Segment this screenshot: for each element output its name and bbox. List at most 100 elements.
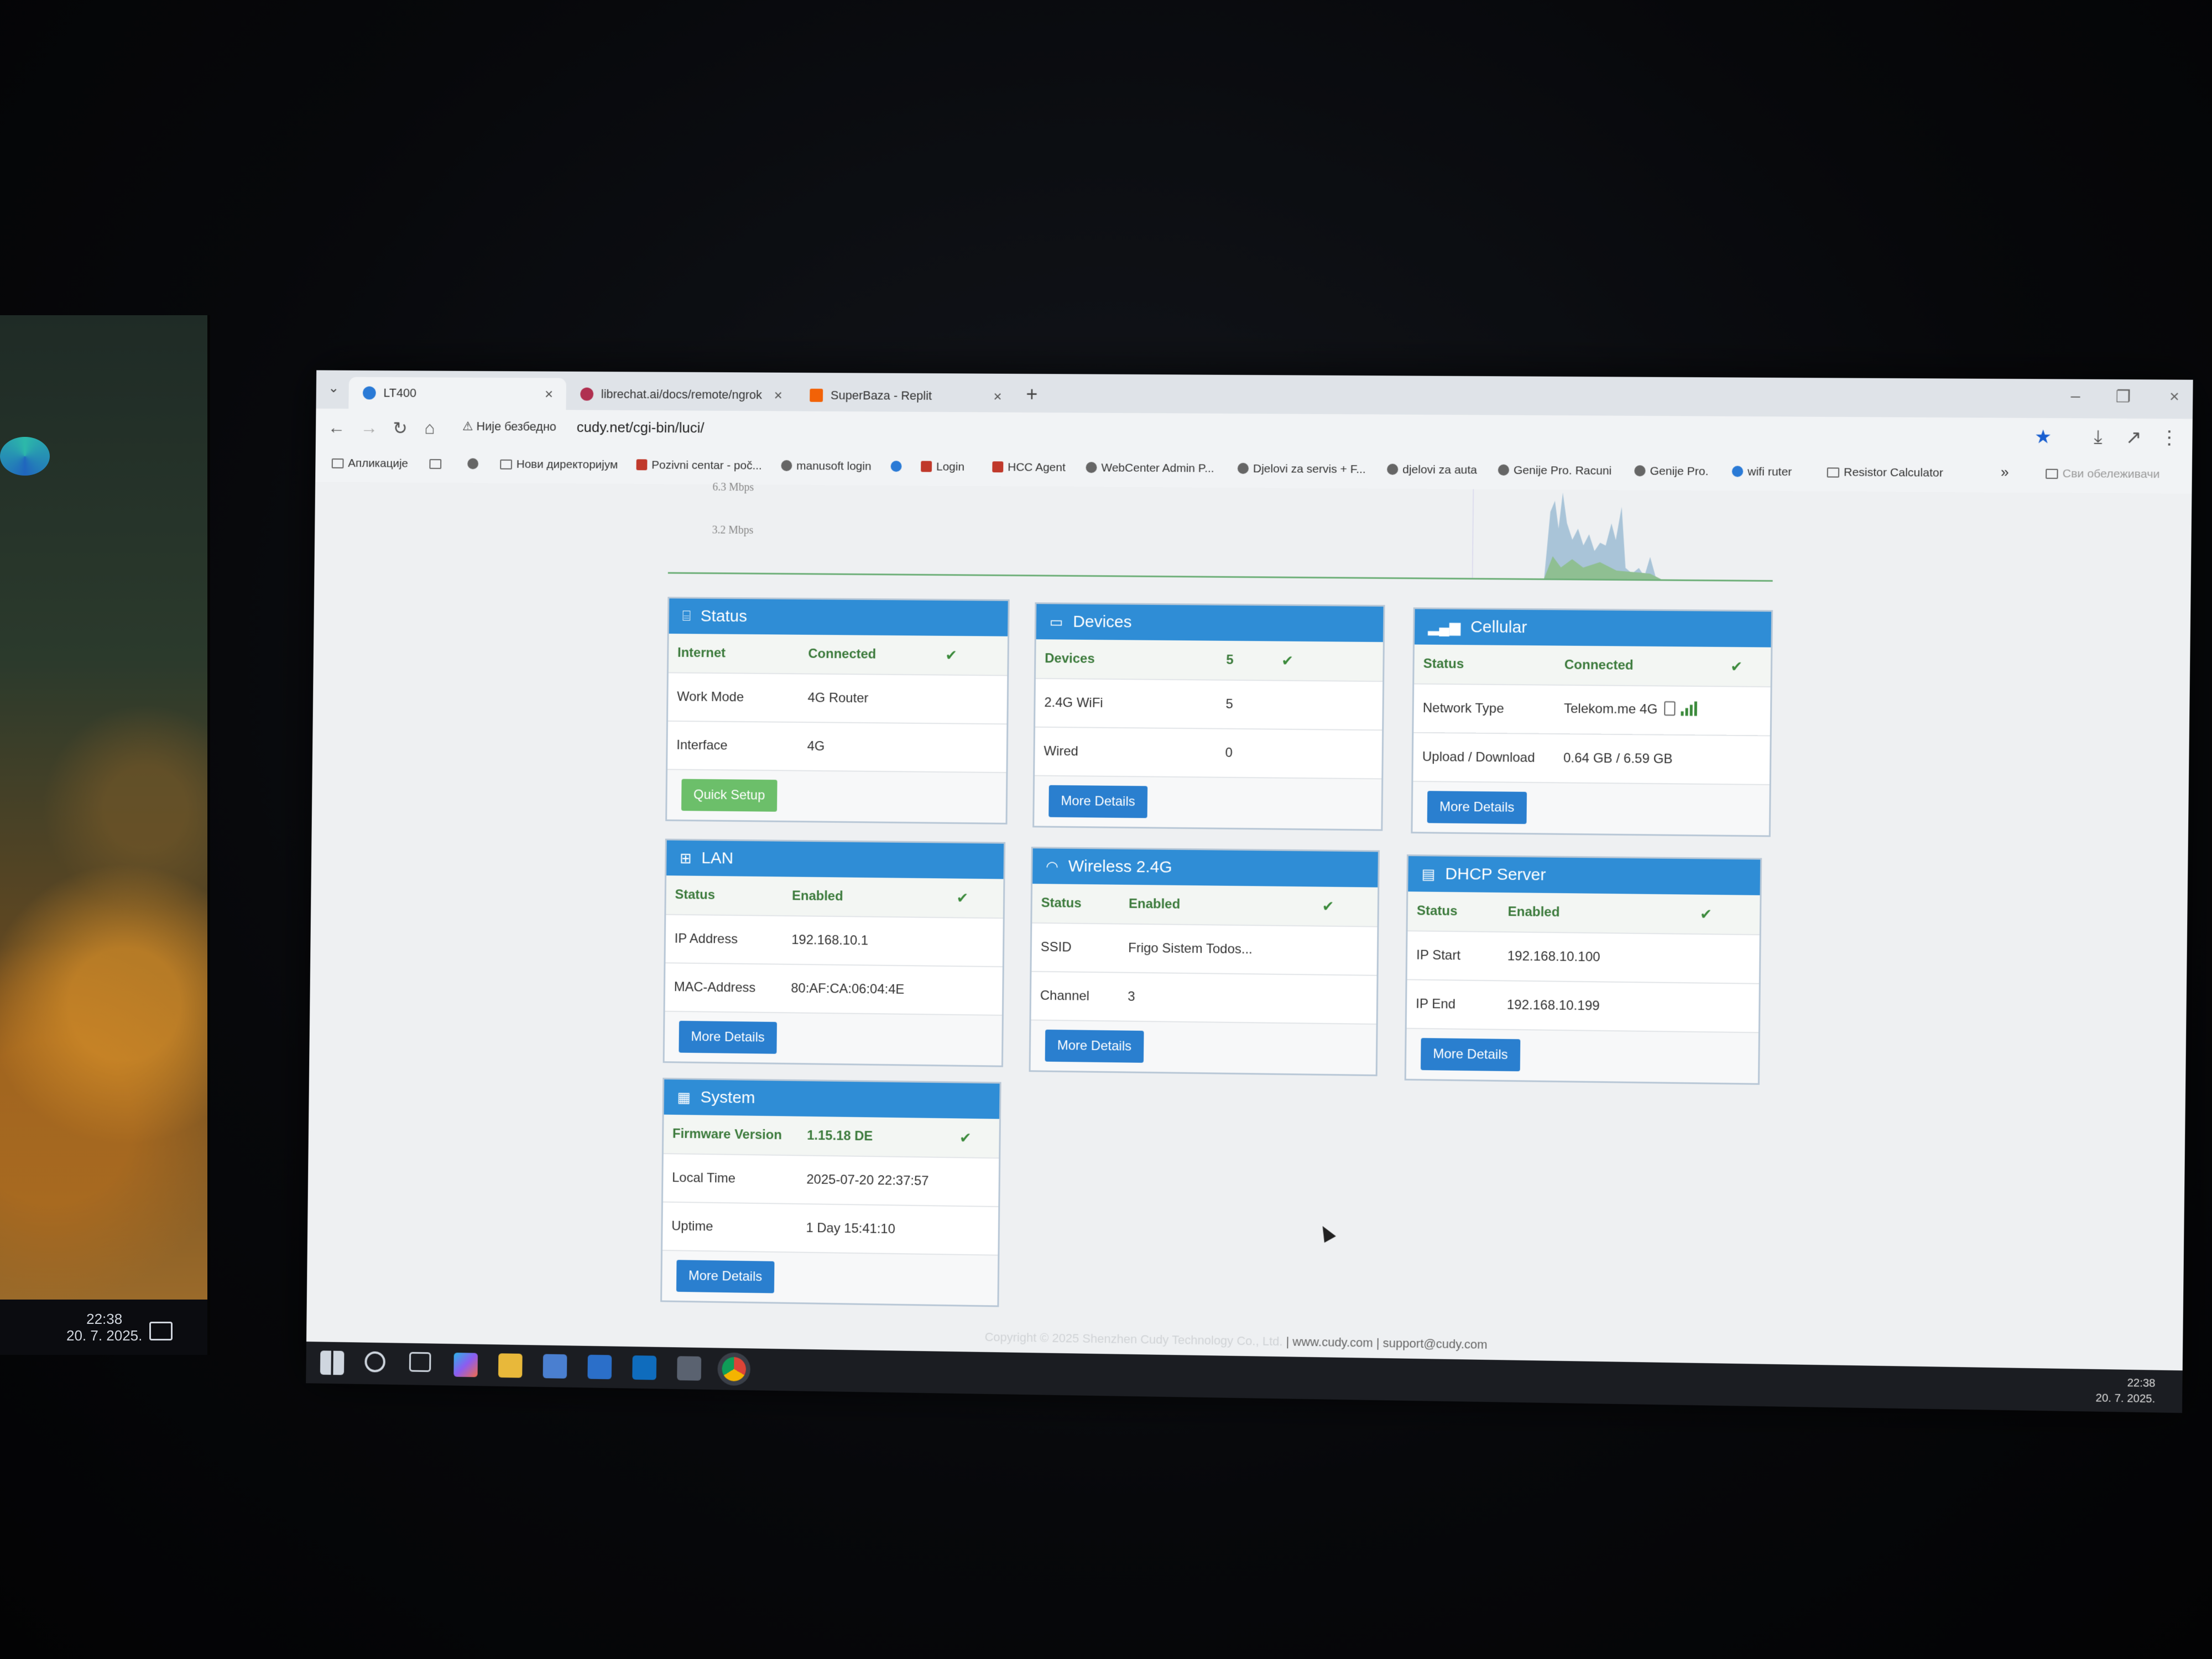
website-link[interactable]: www.cudy.com [1292, 1334, 1373, 1349]
taskbar-clock[interactable]: 22:38 20. 7. 2025. [2096, 1375, 2156, 1407]
back-icon[interactable]: ← [328, 418, 346, 438]
secondary-clock[interactable]: 22:38 20. 7. 2025. [66, 1311, 142, 1344]
secondary-taskbar: 22:38 20. 7. 2025. [0, 1300, 207, 1355]
bookmark-label: Login [936, 461, 964, 473]
restore-icon[interactable]: ❐ [2116, 387, 2131, 406]
tab-search-icon[interactable]: ⌄ [328, 380, 339, 396]
bookmark-resistor-calculator[interactable]: Resistor Calculator [1827, 466, 1943, 479]
address-bar[interactable]: cudy.net/cgi-bin/luci/ [577, 419, 705, 436]
telekom-icon [921, 461, 932, 472]
monitor-icon: ▭ [1050, 613, 1063, 630]
start-icon[interactable] [320, 1350, 345, 1375]
row-value: 192.168.10.1 [791, 932, 868, 948]
check-icon: ✔ [959, 1129, 972, 1146]
notification-icon[interactable] [149, 1322, 173, 1340]
tab-superbaza[interactable]: SuperBaza - Replit × [795, 379, 1015, 413]
tab-lt400[interactable]: LT400 × [348, 377, 566, 410]
bookmark-label: Сви обележивачи [2063, 467, 2160, 481]
secondary-monitor: 22:38 20. 7. 2025. [0, 315, 210, 1355]
task-view-icon[interactable] [409, 1352, 431, 1372]
system-row-firmware: Firmware Version 1.15.18 DE ✔ [664, 1115, 999, 1159]
bookmark-new-folder[interactable]: Нови директоријум [500, 458, 618, 472]
dhcp-more-details-button[interactable]: More Details [1421, 1038, 1520, 1071]
bookmark-login[interactable]: Login [921, 460, 964, 473]
bookmark-globe[interactable] [467, 458, 483, 471]
bookmark-manusoft[interactable]: manusoft login [781, 460, 871, 473]
bookmark-pozivni-centar[interactable]: Pozivni centar - poč... [636, 458, 761, 472]
cellular-card-footer: More Details [1412, 782, 1769, 836]
row-value: Frigo Sistem Todos... [1128, 941, 1253, 957]
row-label: Status [1041, 895, 1081, 911]
check-icon: ✔ [956, 889, 968, 906]
minimize-icon[interactable]: – [2071, 387, 2080, 406]
bookmark-apps[interactable]: Апликације [332, 457, 408, 471]
calculator-icon[interactable] [677, 1356, 701, 1380]
bookmark-webcenter[interactable]: WebCenter Admin P... [1086, 461, 1214, 475]
folder-icon [2046, 469, 2058, 479]
bookmark-wifi-ruter[interactable]: wifi ruter [1732, 465, 1792, 479]
bookmark-hcc-agent[interactable]: HCC Agent [992, 461, 1066, 474]
system-row-local-time: Local Time 2025-07-20 22:37:57 [663, 1154, 999, 1207]
copilot-icon[interactable] [453, 1353, 478, 1377]
check-icon: ✔ [1730, 658, 1743, 675]
bookmark-star-icon[interactable]: ★ [2034, 426, 2052, 448]
desktop-app-icon[interactable] [0, 437, 50, 476]
bookmark-triangle[interactable] [891, 460, 906, 473]
row-value: 4G Router [807, 690, 868, 706]
file-explorer-icon[interactable] [498, 1353, 523, 1378]
grid-icon [429, 459, 441, 469]
cellular-more-details-button[interactable]: More Details [1427, 791, 1527, 824]
server-icon: ▤ [1422, 865, 1436, 883]
mail-icon[interactable] [587, 1355, 612, 1379]
lan-card-footer: More Details [665, 1012, 1002, 1066]
search-icon[interactable] [364, 1351, 385, 1372]
bookmark-genije-racuni[interactable]: Genije Pro. Racuni [1498, 464, 1612, 478]
system-row-uptime: Uptime 1 Day 15:41:10 [662, 1203, 998, 1256]
menu-kebab-icon[interactable]: ⋮ [2159, 426, 2179, 449]
store-icon[interactable] [543, 1354, 567, 1378]
devices-row-wired: Wired 0 [1035, 728, 1382, 780]
security-label: Није безбедно [476, 419, 556, 434]
router-icon: ⌸ [682, 607, 691, 625]
network-type-value: Telekom.me 4G [1564, 700, 1699, 719]
taskbar-date: 20. 7. 2025. [2096, 1390, 2156, 1407]
system-more-details-button[interactable]: More Details [676, 1260, 774, 1293]
bookmark-genije[interactable]: Genije Pro. [1634, 465, 1708, 478]
globe-icon [1238, 463, 1249, 474]
lan-row-ip: IP Address 192.168.10.1 [665, 915, 1003, 967]
outlook-icon[interactable] [632, 1355, 656, 1380]
close-tab-icon[interactable]: × [993, 388, 1001, 405]
tab-librechat[interactable]: librechat.ai/docs/remote/ngrok × [566, 378, 795, 411]
close-window-icon[interactable]: × [2169, 388, 2179, 406]
all-bookmarks[interactable]: Сви обележивачи [2046, 467, 2159, 481]
apps-grid-icon [332, 458, 344, 468]
bookmark-label: HCC Agent [1008, 461, 1066, 474]
devices-more-details-button[interactable]: More Details [1048, 785, 1147, 818]
secondary-clock-date: 20. 7. 2025. [66, 1327, 142, 1344]
security-indicator[interactable]: ⚠ Није безбедно [462, 419, 556, 434]
close-tab-icon[interactable]: × [545, 385, 553, 403]
forward-icon[interactable]: → [360, 418, 378, 438]
new-tab-icon[interactable]: + [1026, 383, 1037, 406]
bookmark-djelovi-servis[interactable]: Djelovi za servis + F... [1238, 462, 1366, 476]
reload-icon[interactable]: ↻ [393, 418, 408, 439]
bookmark-grid[interactable] [429, 457, 446, 471]
devices-card-header: ▭ Devices [1036, 604, 1384, 642]
bookmark-djelovi-auta[interactable]: djelovi za auta [1387, 463, 1477, 477]
extension-icon[interactable]: ↗ [2126, 426, 2142, 449]
home-icon[interactable]: ⌂ [424, 418, 435, 439]
lan-more-details-button[interactable]: More Details [679, 1021, 776, 1054]
wireless-more-details-button[interactable]: More Details [1045, 1030, 1144, 1063]
globe-icon [1387, 464, 1398, 475]
quick-setup-button[interactable]: Quick Setup [681, 779, 777, 811]
support-email-link[interactable]: support@cudy.com [1383, 1336, 1488, 1352]
more-bookmarks-button[interactable]: » [2001, 463, 2009, 481]
download-icon[interactable]: ⤓ [2094, 426, 2103, 448]
close-tab-icon[interactable]: × [774, 387, 782, 404]
row-value: 3 [1128, 989, 1135, 1005]
row-label: SSID [1041, 940, 1072, 956]
bookmark-label: Нови директоријум [517, 458, 618, 471]
chrome-icon[interactable] [722, 1357, 746, 1381]
bookmark-label: Апликације [348, 457, 408, 469]
row-value: Enabled [1507, 904, 1559, 920]
